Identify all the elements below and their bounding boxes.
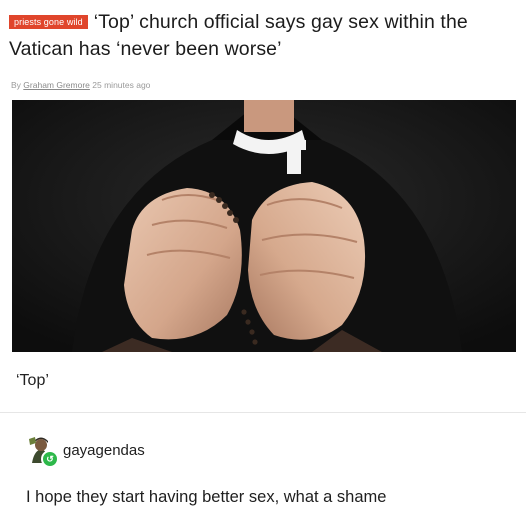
reply-header: ↺ gayagendas — [26, 432, 145, 468]
divider — [0, 412, 526, 413]
byline: By Graham Gremore 25 minutes ago — [11, 80, 150, 90]
timestamp: 25 minutes ago — [92, 80, 151, 90]
article-header: priests gone wild ‘Top’ church official s… — [9, 9, 514, 63]
reply-username[interactable]: gayagendas — [63, 442, 145, 459]
post-caption: ‘Top’ — [16, 372, 49, 389]
byline-prefix: By — [11, 80, 21, 90]
online-badge-icon: ↺ — [41, 450, 59, 468]
category-tag[interactable]: priests gone wild — [9, 15, 88, 29]
author-link[interactable]: Graham Gremore — [23, 80, 90, 90]
user-avatar-icon[interactable]: ↺ — [26, 435, 59, 468]
article-photo[interactable] — [12, 100, 516, 352]
reply-body: I hope they start having better sex, wha… — [26, 488, 387, 506]
article-headline[interactable]: priests gone wild ‘Top’ church official s… — [9, 9, 514, 63]
